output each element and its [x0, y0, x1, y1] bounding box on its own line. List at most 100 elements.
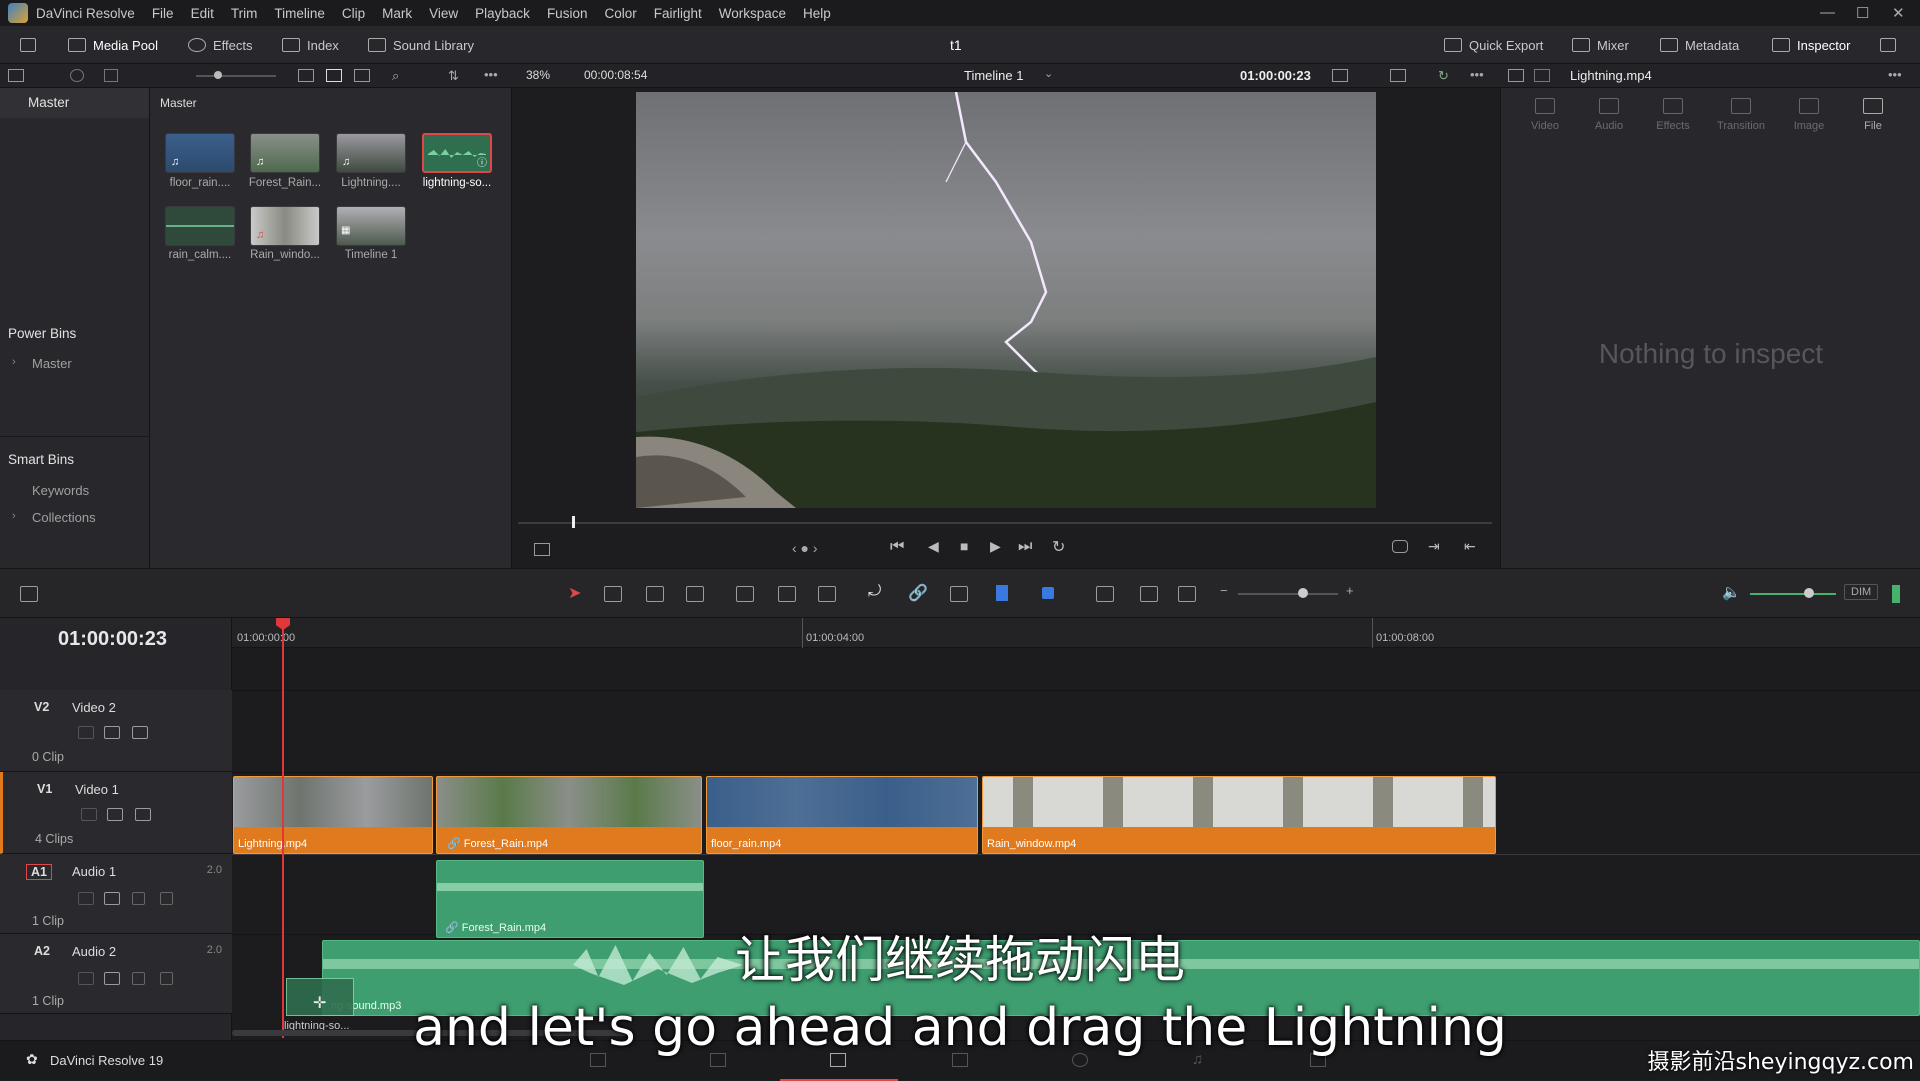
more-options-icon[interactable]: ••• [484, 67, 498, 82]
filter-icon[interactable] [104, 69, 118, 82]
go-to-end-icon[interactable]: ⏭ [1018, 538, 1032, 556]
inspector-options-icon[interactable]: ••• [1888, 67, 1902, 82]
video-clip[interactable]: Lightning.mp4 [233, 776, 433, 854]
sidebar-toggle-icon[interactable] [8, 69, 24, 82]
jog-control[interactable]: ‹ ● › [792, 540, 818, 556]
menu-fusion[interactable]: Fusion [547, 6, 588, 21]
menu-fairlight[interactable]: Fairlight [654, 6, 702, 21]
menu-color[interactable]: Color [604, 6, 636, 21]
transform-icon[interactable] [534, 543, 550, 556]
index-button[interactable]: Index [282, 26, 339, 64]
position-lock-icon[interactable] [950, 586, 968, 602]
search-icon[interactable]: ⌕ [392, 68, 399, 84]
mixer-button[interactable]: Mixer [1572, 26, 1629, 64]
zoom-out-icon[interactable]: − [1220, 583, 1228, 598]
dynamic-trim-icon[interactable] [646, 586, 664, 602]
chevron-right-icon[interactable]: › [12, 356, 16, 368]
solo-icon[interactable] [132, 892, 145, 905]
volume-slider[interactable] [1750, 593, 1836, 595]
link-icon[interactable] [70, 69, 84, 82]
chevron-down-icon[interactable]: ⌄ [1044, 67, 1053, 80]
blade-tool-icon[interactable] [686, 586, 704, 602]
thumb-size-slider[interactable] [196, 75, 276, 77]
next-edit-icon[interactable]: ⇥ [1428, 538, 1440, 555]
close-icon[interactable]: ✕ [1892, 4, 1905, 22]
minimize-icon[interactable]: — [1820, 4, 1835, 21]
menu-view[interactable]: View [429, 6, 458, 21]
scrubber-handle[interactable] [572, 516, 575, 528]
grid-view-icon[interactable] [326, 69, 342, 82]
sound-library-button[interactable]: Sound Library [368, 26, 474, 64]
clip-thumb[interactable]: ♫ [165, 133, 235, 173]
effects-button[interactable]: Effects [188, 26, 253, 64]
track-visibility-icon[interactable] [135, 808, 151, 821]
inspector-split-icon[interactable] [1534, 69, 1550, 82]
tab-audio[interactable]: Audio [1579, 98, 1639, 132]
lock-icon[interactable] [78, 892, 94, 905]
expand-icon[interactable] [1880, 26, 1896, 64]
menu-playback[interactable]: Playback [475, 6, 530, 21]
output-icon[interactable] [1390, 69, 1406, 82]
smart-bin-keywords[interactable]: Keywords [32, 483, 89, 498]
bin-master[interactable]: Master [0, 88, 149, 118]
filmstrip-view-icon[interactable] [298, 69, 314, 82]
lock-icon[interactable] [78, 726, 94, 739]
clip-thumb[interactable]: ♫ [250, 206, 320, 246]
zoom-in-icon[interactable]: + [1346, 583, 1354, 598]
clip-thumb[interactable] [165, 206, 235, 246]
viewer-frame[interactable] [636, 92, 1376, 508]
loop-sync-icon[interactable]: ↻ [1438, 68, 1449, 84]
menu-file[interactable]: File [152, 6, 174, 21]
timeline-selector[interactable]: Timeline 1 [964, 68, 1023, 83]
zoom-slider[interactable] [1238, 593, 1338, 595]
menu-trim[interactable]: Trim [231, 6, 258, 21]
snapping-icon[interactable]: ⤾ [868, 583, 881, 601]
scrubber-bar[interactable] [518, 522, 1492, 524]
quick-export-button[interactable]: Quick Export [1444, 26, 1543, 64]
viewer-mode-icon[interactable] [1332, 69, 1348, 82]
video-clip[interactable]: floor_rain.mp4 [706, 776, 978, 854]
tab-file[interactable]: File [1843, 98, 1903, 132]
match-frame-icon[interactable] [1392, 540, 1408, 553]
media-pool-button[interactable]: Media Pool [68, 26, 158, 64]
clip-thumb[interactable]: ♫ [336, 133, 406, 173]
zoom-level[interactable]: 38% [526, 68, 550, 82]
chevron-right-icon[interactable]: › [12, 510, 16, 522]
video-clip[interactable]: Rain_window.mp4 [982, 776, 1496, 854]
selection-tool-icon[interactable]: ➤ [568, 583, 581, 603]
panel-toggle-icon[interactable] [20, 26, 36, 64]
insert-clip-icon[interactable] [736, 586, 754, 602]
zoom-slider-knob[interactable] [1298, 588, 1308, 598]
tab-image[interactable]: Image [1779, 98, 1839, 132]
maximize-icon[interactable]: ☐ [1856, 4, 1869, 22]
menu-help[interactable]: Help [803, 6, 831, 21]
go-to-start-icon[interactable]: ⏮ [890, 538, 904, 556]
overwrite-clip-icon[interactable] [778, 586, 796, 602]
video-clip[interactable]: 🔗 Forest_Rain.mp4 [436, 776, 702, 854]
smart-bin-collections[interactable]: Collections [32, 510, 96, 525]
speaker-icon[interactable]: 🔈 [1722, 583, 1741, 601]
lock-icon[interactable] [81, 808, 97, 821]
prev-edit-icon[interactable]: ⇤ [1464, 538, 1476, 555]
auto-select-icon[interactable] [104, 892, 120, 905]
clip-thumb-selected[interactable]: ⓘ [422, 133, 492, 173]
auto-select-icon[interactable] [104, 726, 120, 739]
trim-tool-icon[interactable] [604, 586, 622, 602]
zoom-full-icon[interactable] [1096, 586, 1114, 602]
menu-workspace[interactable]: Workspace [719, 6, 786, 21]
play-icon[interactable]: ▶ [990, 538, 1001, 555]
zoom-custom-icon[interactable] [1178, 586, 1196, 602]
track-visibility-icon[interactable] [132, 726, 148, 739]
list-view-icon[interactable] [354, 69, 370, 82]
clip-thumb[interactable]: ♫ [250, 133, 320, 173]
metadata-button[interactable]: Metadata [1660, 26, 1739, 64]
menu-timeline[interactable]: Timeline [274, 6, 325, 21]
sort-icon[interactable]: ⇅ [448, 68, 459, 84]
stop-icon[interactable]: ■ [960, 538, 968, 554]
dim-button[interactable]: DIM [1844, 584, 1879, 600]
play-reverse-icon[interactable]: ◀ [928, 538, 939, 555]
flag-icon[interactable] [996, 585, 1008, 601]
tab-video[interactable]: Video [1515, 98, 1575, 132]
thumb-size-knob[interactable] [214, 71, 222, 79]
tab-transition[interactable]: Transition [1711, 98, 1771, 132]
